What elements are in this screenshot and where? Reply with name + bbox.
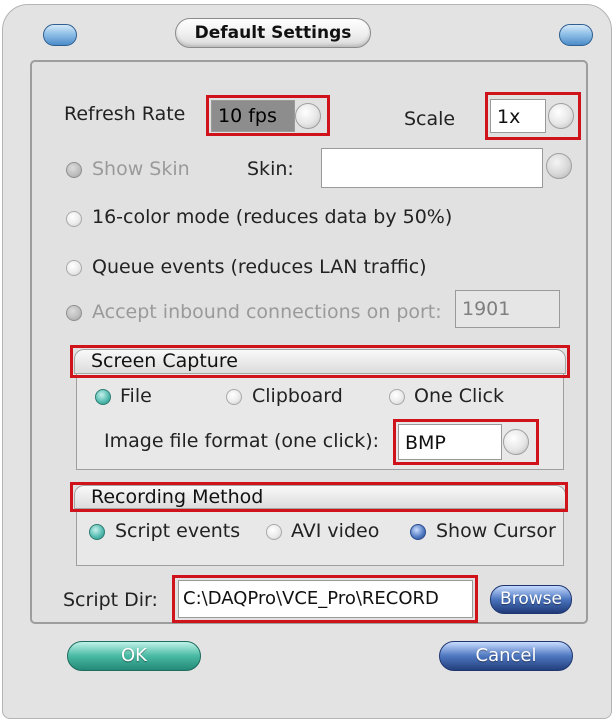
window-left-button[interactable] [43, 24, 77, 46]
skin-label: Skin: [247, 158, 294, 180]
skin-dropdown-button[interactable] [546, 153, 572, 179]
color-mode-radio[interactable] [66, 211, 82, 227]
queue-events-radio[interactable] [66, 260, 82, 276]
scale-dropdown-button[interactable] [548, 103, 574, 129]
show-cursor-label: Show Cursor [436, 520, 556, 542]
show-skin-label: Show Skin [92, 158, 190, 180]
show-cursor-radio[interactable] [410, 524, 426, 540]
refresh-rate-dropdown-button[interactable] [295, 103, 321, 129]
capture-one-click-radio[interactable] [389, 389, 405, 405]
screen-capture-highlight [70, 345, 570, 378]
capture-clipboard-radio[interactable] [226, 389, 242, 405]
recording-method-highlight [70, 482, 568, 512]
port-field[interactable]: 1901 [455, 290, 560, 328]
accept-inbound-radio [66, 305, 82, 321]
show-skin-radio [66, 162, 82, 178]
script-events-radio[interactable] [89, 524, 105, 540]
browse-button[interactable]: Browse [490, 585, 572, 614]
capture-file-label: File [120, 385, 152, 407]
refresh-rate-label: Refresh Rate [64, 103, 186, 125]
accept-inbound-label: Accept inbound connections on port: [92, 301, 442, 323]
capture-clipboard-label: Clipboard [252, 385, 343, 407]
capture-one-click-label: One Click [414, 385, 504, 407]
image-format-label: Image file format (one click): [104, 430, 380, 452]
refresh-rate-field[interactable]: 10 fps [211, 100, 295, 132]
cancel-button[interactable]: Cancel [439, 641, 573, 671]
script-dir-field[interactable]: C:\DAQPro\VCE_Pro\RECORD [178, 580, 473, 618]
queue-events-label: Queue events (reduces LAN traffic) [92, 256, 427, 278]
script-dir-label: Script Dir: [63, 589, 158, 611]
window-title: Default Settings [175, 18, 371, 48]
script-events-label: Script events [115, 520, 241, 542]
color-mode-label: 16-color mode (reduces data by 50%) [92, 206, 453, 228]
avi-video-label: AVI video [291, 520, 380, 542]
image-format-dropdown-button[interactable] [503, 429, 529, 455]
avi-video-radio[interactable] [266, 524, 282, 540]
capture-file-radio[interactable] [95, 389, 111, 405]
scale-field[interactable]: 1x [490, 99, 546, 133]
window-right-button[interactable] [559, 24, 593, 46]
scale-label: Scale [404, 108, 456, 130]
image-format-field[interactable]: BMP [398, 424, 502, 460]
ok-button[interactable]: OK [67, 641, 201, 671]
skin-field[interactable] [321, 148, 543, 188]
